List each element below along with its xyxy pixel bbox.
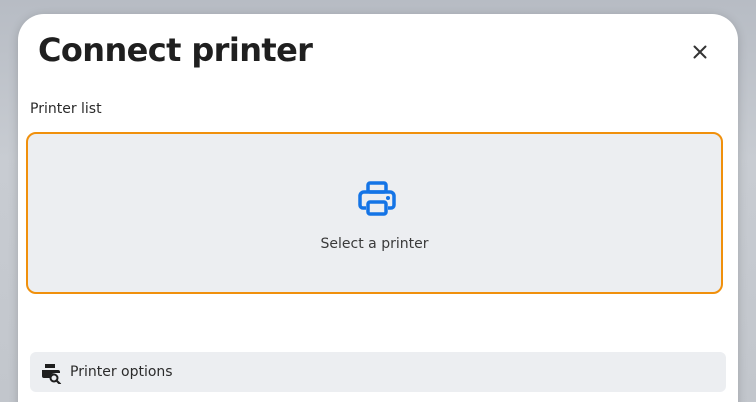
printer-options-label: Printer options	[70, 364, 173, 380]
printer-icon	[358, 181, 396, 216]
printer-search-icon	[42, 364, 62, 384]
dialog-title: Connect printer	[38, 31, 313, 69]
printer-list-select[interactable]: Select a printer	[26, 132, 723, 294]
select-printer-placeholder: Select a printer	[320, 236, 429, 252]
connect-printer-dialog: Connect printer Printer list Select a pr…	[18, 14, 738, 402]
printer-list-label: Printer list	[30, 101, 102, 117]
printer-options-button[interactable]: Printer options	[30, 352, 726, 392]
close-button[interactable]	[686, 38, 714, 66]
close-icon	[693, 45, 707, 59]
